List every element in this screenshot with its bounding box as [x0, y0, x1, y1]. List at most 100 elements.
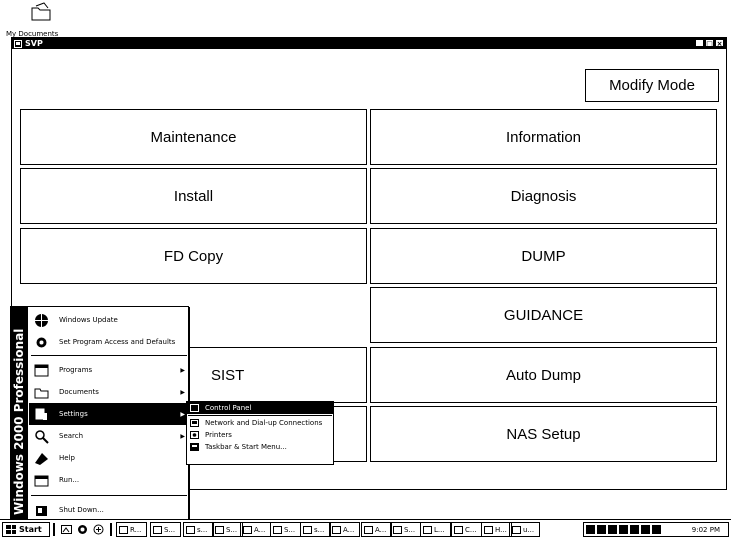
tray-icon[interactable] [597, 525, 606, 534]
outlook-express-icon[interactable] [92, 523, 104, 535]
submenu-item-taskbar[interactable]: Taskbar & Start Menu... [187, 441, 333, 453]
folder-icon [33, 384, 49, 400]
taskbar-button[interactable]: L... [420, 522, 451, 537]
install-button[interactable]: Install [20, 168, 367, 224]
task-label: s... [314, 525, 325, 534]
task-label: S... [164, 525, 176, 534]
dump-button[interactable]: DUMP [370, 228, 717, 284]
tray-icon[interactable] [619, 525, 628, 534]
my-documents-desktop-icon[interactable]: My Documents [6, 2, 58, 38]
taskbar-button[interactable]: S... [390, 522, 421, 537]
taskbar-button[interactable]: C... [451, 522, 482, 537]
menu-item-label: Help [59, 454, 75, 462]
tray-icon[interactable] [630, 525, 639, 534]
task-icon [454, 525, 463, 534]
start-button[interactable]: Start [2, 522, 50, 537]
nas-setup-button[interactable]: NAS Setup [370, 406, 717, 462]
menu-item-help[interactable]: Help [29, 447, 189, 469]
system-tray: 9:02 PM [583, 522, 729, 537]
information-button[interactable]: Information [370, 109, 717, 165]
tray-icon[interactable] [586, 525, 595, 534]
modify-mode-button[interactable]: Modify Mode [585, 69, 719, 102]
task-icon [364, 525, 373, 534]
menu-item-programs[interactable]: Programs ▶ [29, 359, 189, 381]
start-menu: Windows 2000 Professional Windows Update… [10, 306, 189, 522]
task-label: A... [343, 525, 355, 534]
taskbar-button[interactable]: A... [329, 522, 360, 537]
task-label: S... [284, 525, 296, 534]
taskbar-button[interactable]: S... [270, 522, 301, 537]
taskbar-button[interactable]: R... [116, 522, 147, 537]
task-label: S... [404, 525, 416, 534]
menu-item-documents[interactable]: Documents ▶ [29, 381, 189, 403]
tray-icon[interactable] [641, 525, 650, 534]
menu-item-label: Run... [59, 476, 80, 484]
guidance-button[interactable]: GUIDANCE [370, 287, 717, 343]
task-label: S... [226, 525, 238, 534]
submenu-item-network[interactable]: Network and Dial-up Connections [187, 417, 333, 429]
submenu-arrow-icon: ▶ [180, 432, 185, 440]
menu-item-label: Settings [59, 410, 88, 418]
submenu-item-label: Printers [205, 431, 232, 439]
menu-separator [31, 355, 187, 356]
submenu-item-control-panel[interactable]: Control Panel [187, 402, 333, 414]
menu-item-settings[interactable]: Settings ▶ [29, 403, 189, 425]
window-title: SVP [25, 39, 43, 48]
taskbar-button[interactable]: A... [361, 522, 392, 537]
globe-icon [33, 312, 49, 328]
taskbar-button[interactable]: s... [183, 522, 214, 537]
task-label: A... [375, 525, 387, 534]
show-desktop-icon[interactable] [60, 523, 72, 535]
task-label: C... [465, 525, 477, 534]
task-icon [332, 525, 341, 534]
task-label: A... [254, 525, 266, 534]
task-icon [423, 525, 432, 534]
maintenance-button[interactable]: Maintenance [20, 109, 367, 165]
run-icon [33, 472, 49, 488]
internet-explorer-icon[interactable] [76, 523, 88, 535]
menu-item-run[interactable]: Run... [29, 469, 189, 491]
start-menu-banner: Windows 2000 Professional [11, 307, 28, 521]
settings-submenu: Control Panel Network and Dial-up Connec… [186, 401, 334, 465]
printer-icon [189, 431, 199, 440]
taskbar-icon [189, 443, 199, 452]
task-label: L... [434, 525, 445, 534]
menu-item-label: Set Program Access and Defaults [59, 338, 176, 346]
network-icon [189, 419, 199, 428]
diagnosis-button[interactable]: Diagnosis [370, 168, 717, 224]
submenu-arrow-icon: ▶ [180, 366, 185, 374]
task-icon [484, 525, 493, 534]
tray-icon[interactable] [608, 525, 617, 534]
title-bar[interactable]: SVP _ □ × [12, 38, 726, 49]
settings-icon [33, 406, 49, 422]
minimize-button[interactable]: _ [695, 39, 704, 48]
menu-item-shut-down[interactable]: Shut Down... [29, 499, 189, 521]
menu-item-program-access[interactable]: Set Program Access and Defaults [29, 331, 189, 353]
taskbar-button[interactable]: H... [481, 522, 512, 537]
search-icon [33, 428, 49, 444]
taskbar-button[interactable]: s... [300, 522, 331, 537]
start-label: Start [19, 525, 42, 534]
menu-item-windows-update[interactable]: Windows Update [29, 309, 189, 331]
auto-dump-button[interactable]: Auto Dump [370, 347, 717, 403]
maximize-button[interactable]: □ [705, 39, 714, 48]
submenu-item-printers[interactable]: Printers [187, 429, 333, 441]
taskbar-button[interactable]: A... [240, 522, 271, 537]
close-button[interactable]: × [715, 39, 724, 48]
help-icon [33, 450, 49, 466]
taskbar-button[interactable]: S... [212, 522, 243, 537]
clock[interactable]: 9:02 PM [692, 526, 720, 534]
tray-icon[interactable] [652, 525, 661, 534]
fd-copy-button[interactable]: FD Copy [20, 228, 367, 284]
task-icon [215, 525, 224, 534]
taskbar-button[interactable]: u... [509, 522, 540, 537]
menu-item-search[interactable]: Search ▶ [29, 425, 189, 447]
submenu-item-label: Network and Dial-up Connections [205, 419, 323, 427]
task-icon [119, 525, 128, 534]
gear-icon [33, 334, 49, 350]
app-icon [14, 39, 22, 48]
taskbar-button[interactable]: S... [150, 522, 181, 537]
submenu-arrow-icon: ▶ [180, 388, 185, 396]
menu-item-label: Windows Update [59, 316, 118, 324]
task-icon [303, 525, 312, 534]
